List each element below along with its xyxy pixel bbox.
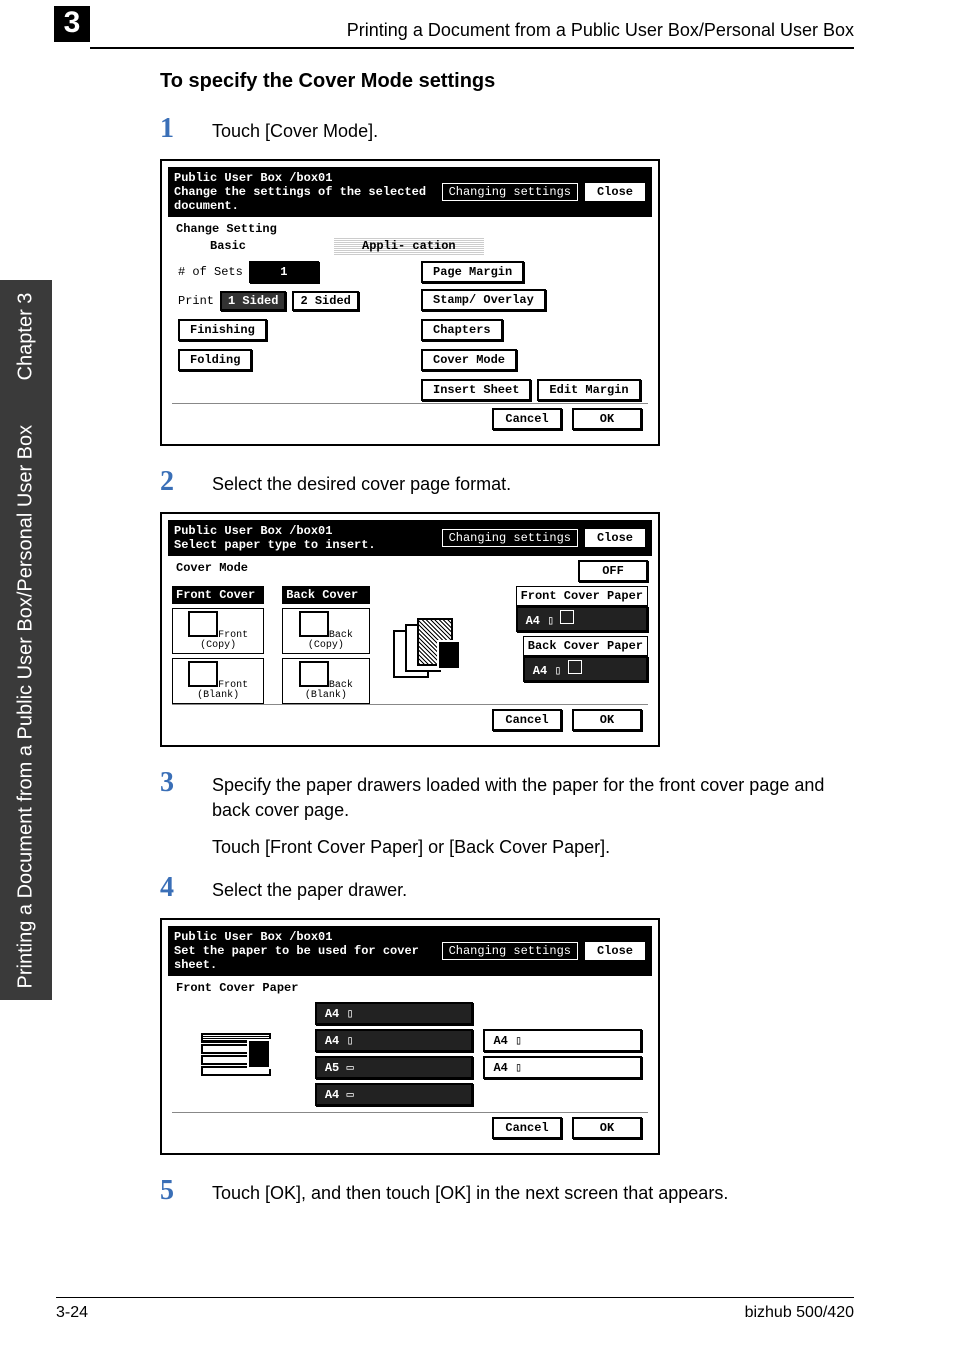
panel2-tray2-value: A4 ▯: [533, 664, 562, 678]
side-tab-text: Printing a Document from a Public User B…: [15, 292, 38, 988]
panel2-status-chip: Changing settings: [442, 529, 578, 547]
panel2-back-cover-paper-label: Back Cover Paper: [523, 636, 648, 656]
step-5-number: 5: [160, 1175, 184, 1207]
step-3-subtext: Touch [Front Cover Paper] or [Back Cover…: [212, 837, 854, 858]
panel2-front-copy-option[interactable]: Front (Copy): [172, 608, 264, 654]
step-1-number: 1: [160, 113, 184, 145]
step-4-number: 4: [160, 872, 184, 904]
panel1-titlebar: Public User Box /box01 Change the settin…: [168, 167, 652, 217]
panel3-path1a: Public: [174, 930, 217, 944]
paper-icon: [568, 660, 582, 674]
panel2-section-label: Cover Mode: [172, 560, 252, 576]
panel2-back-blank-option[interactable]: Back (Blank): [282, 658, 369, 704]
panel3-tray5-button[interactable]: A4 ▯: [483, 1029, 642, 1052]
panel-change-setting: Public User Box /box01 Change the settin…: [160, 159, 660, 446]
panel1-page-margin-button[interactable]: Page Margin: [421, 261, 524, 283]
panel2-path1a: Public: [174, 524, 217, 538]
step-3-text: Specify the paper drawers loaded with th…: [212, 773, 854, 823]
panel2-titlebar: Public User Box /box01 Select paper type…: [168, 520, 652, 556]
footer-page-number: 3-24: [56, 1304, 88, 1322]
panel1-finishing-button[interactable]: Finishing: [178, 319, 267, 341]
panel3-tray2-button[interactable]: A4 ▯: [315, 1029, 474, 1052]
panel1-print-label: Print: [178, 294, 214, 308]
panel2-front-cover-label: Front Cover: [172, 586, 264, 604]
panel3-tray1-button[interactable]: A4 ▯: [315, 1002, 474, 1025]
panel3-titlebar: Public User Box /box01 Set the paper to …: [168, 926, 652, 976]
panel2-off-button[interactable]: OFF: [578, 560, 648, 582]
panel1-close-button[interactable]: Close: [584, 182, 646, 202]
panel-front-cover-paper: Public User Box /box01 Set the paper to …: [160, 918, 660, 1155]
panel1-status-chip: Changing settings: [442, 183, 578, 201]
panel2-front-blank-option[interactable]: Front (Blank): [172, 658, 264, 704]
panel1-sets-value[interactable]: 1: [249, 261, 319, 283]
panel3-cancel-button[interactable]: Cancel: [492, 1117, 562, 1139]
running-head: Printing a Document from a Public User B…: [90, 20, 854, 49]
panel1-stamp-button[interactable]: Stamp/ Overlay: [421, 289, 546, 311]
panel2-path1b: User Box: [224, 524, 282, 538]
panel1-2sided-button[interactable]: 2 Sided: [292, 291, 358, 311]
panel2-front-cover-paper-label: Front Cover Paper: [516, 586, 648, 606]
chapter-number-box: 3: [54, 6, 90, 42]
panel1-subtitle: Change the settings of the selected docu…: [174, 185, 436, 213]
panel1-tab-application[interactable]: Appli- cation: [334, 237, 484, 255]
panel3-tray6-button[interactable]: A4 ▯: [483, 1056, 642, 1079]
step-1-text: Touch [Cover Mode].: [212, 119, 378, 144]
side-tab-book: Printing a Document from a Public User B…: [15, 424, 37, 988]
panel1-folding-button[interactable]: Folding: [178, 349, 252, 371]
paper-icon: [560, 610, 574, 624]
panel1-ok-button[interactable]: OK: [572, 408, 642, 430]
step-5-text: Touch [OK], and then touch [OK] in the n…: [212, 1181, 728, 1206]
side-tab-chapter: Chapter 3: [15, 292, 37, 380]
panel2-subtitle: Select paper type to insert.: [174, 538, 436, 552]
panel3-status-chip: Changing settings: [442, 942, 578, 960]
section-title: To specify the Cover Mode settings: [160, 70, 854, 93]
panel3-diagram-icon: [201, 1019, 281, 1089]
step-4: 4 Select the paper drawer.: [160, 872, 854, 904]
panel1-cancel-button[interactable]: Cancel: [492, 408, 562, 430]
panel1-path1b: User Box: [224, 171, 282, 185]
panel2-back-cover-label: Back Cover: [282, 586, 369, 604]
panel2-back-cover-paper-button[interactable]: A4 ▯: [523, 656, 648, 682]
step-1: 1 Touch [Cover Mode].: [160, 113, 854, 145]
panel-cover-mode: Public User Box /box01 Select paper type…: [160, 512, 660, 747]
panel1-chapters-button[interactable]: Chapters: [421, 319, 503, 341]
panel1-1sided-button[interactable]: 1 Sided: [220, 291, 286, 311]
panel3-tray3-button[interactable]: A5 ▭: [315, 1056, 474, 1079]
panel1-cover-mode-button[interactable]: Cover Mode: [421, 349, 517, 371]
panel1-box: /box01: [289, 171, 332, 185]
panel1-section-label: Change Setting: [172, 221, 281, 237]
step-2-number: 2: [160, 466, 184, 498]
step-3: 3 Specify the paper drawers loaded with …: [160, 767, 854, 823]
panel3-box: /box01: [289, 930, 332, 944]
panel3-section-label: Front Cover Paper: [172, 980, 302, 996]
panel2-tray1-value: A4 ▯: [526, 614, 555, 628]
step-2: 2 Select the desired cover page format.: [160, 466, 854, 498]
panel1-path1a: Public: [174, 171, 217, 185]
step-2-text: Select the desired cover page format.: [212, 472, 511, 497]
panel1-edit-margin-button[interactable]: Edit Margin: [537, 379, 640, 401]
footer-product: bizhub 500/420: [745, 1304, 854, 1322]
panel2-box: /box01: [289, 524, 332, 538]
panel3-close-button[interactable]: Close: [584, 941, 646, 961]
panel1-tab-basic[interactable]: Basic: [182, 237, 274, 255]
panel2-diagram-icon: [393, 610, 473, 680]
panel1-sets-label: # of Sets: [178, 265, 243, 279]
step-5: 5 Touch [OK], and then touch [OK] in the…: [160, 1175, 854, 1207]
panel3-subtitle: Set the paper to be used for cover sheet…: [174, 944, 436, 972]
panel2-front-cover-paper-button[interactable]: A4 ▯: [516, 606, 648, 632]
page-footer: 3-24 bizhub 500/420: [56, 1297, 854, 1322]
panel2-back-copy-option[interactable]: Back (Copy): [282, 608, 369, 654]
step-3-number: 3: [160, 767, 184, 799]
panel2-close-button[interactable]: Close: [584, 528, 646, 548]
step-4-text: Select the paper drawer.: [212, 878, 407, 903]
side-tab: Printing a Document from a Public User B…: [0, 280, 52, 1000]
panel2-ok-button[interactable]: OK: [572, 709, 642, 731]
panel1-insert-sheet-button[interactable]: Insert Sheet: [421, 379, 531, 401]
panel2-cancel-button[interactable]: Cancel: [492, 709, 562, 731]
panel3-tray4-button[interactable]: A4 ▭: [315, 1083, 474, 1106]
panel3-path1b: User Box: [224, 930, 282, 944]
panel3-ok-button[interactable]: OK: [572, 1117, 642, 1139]
